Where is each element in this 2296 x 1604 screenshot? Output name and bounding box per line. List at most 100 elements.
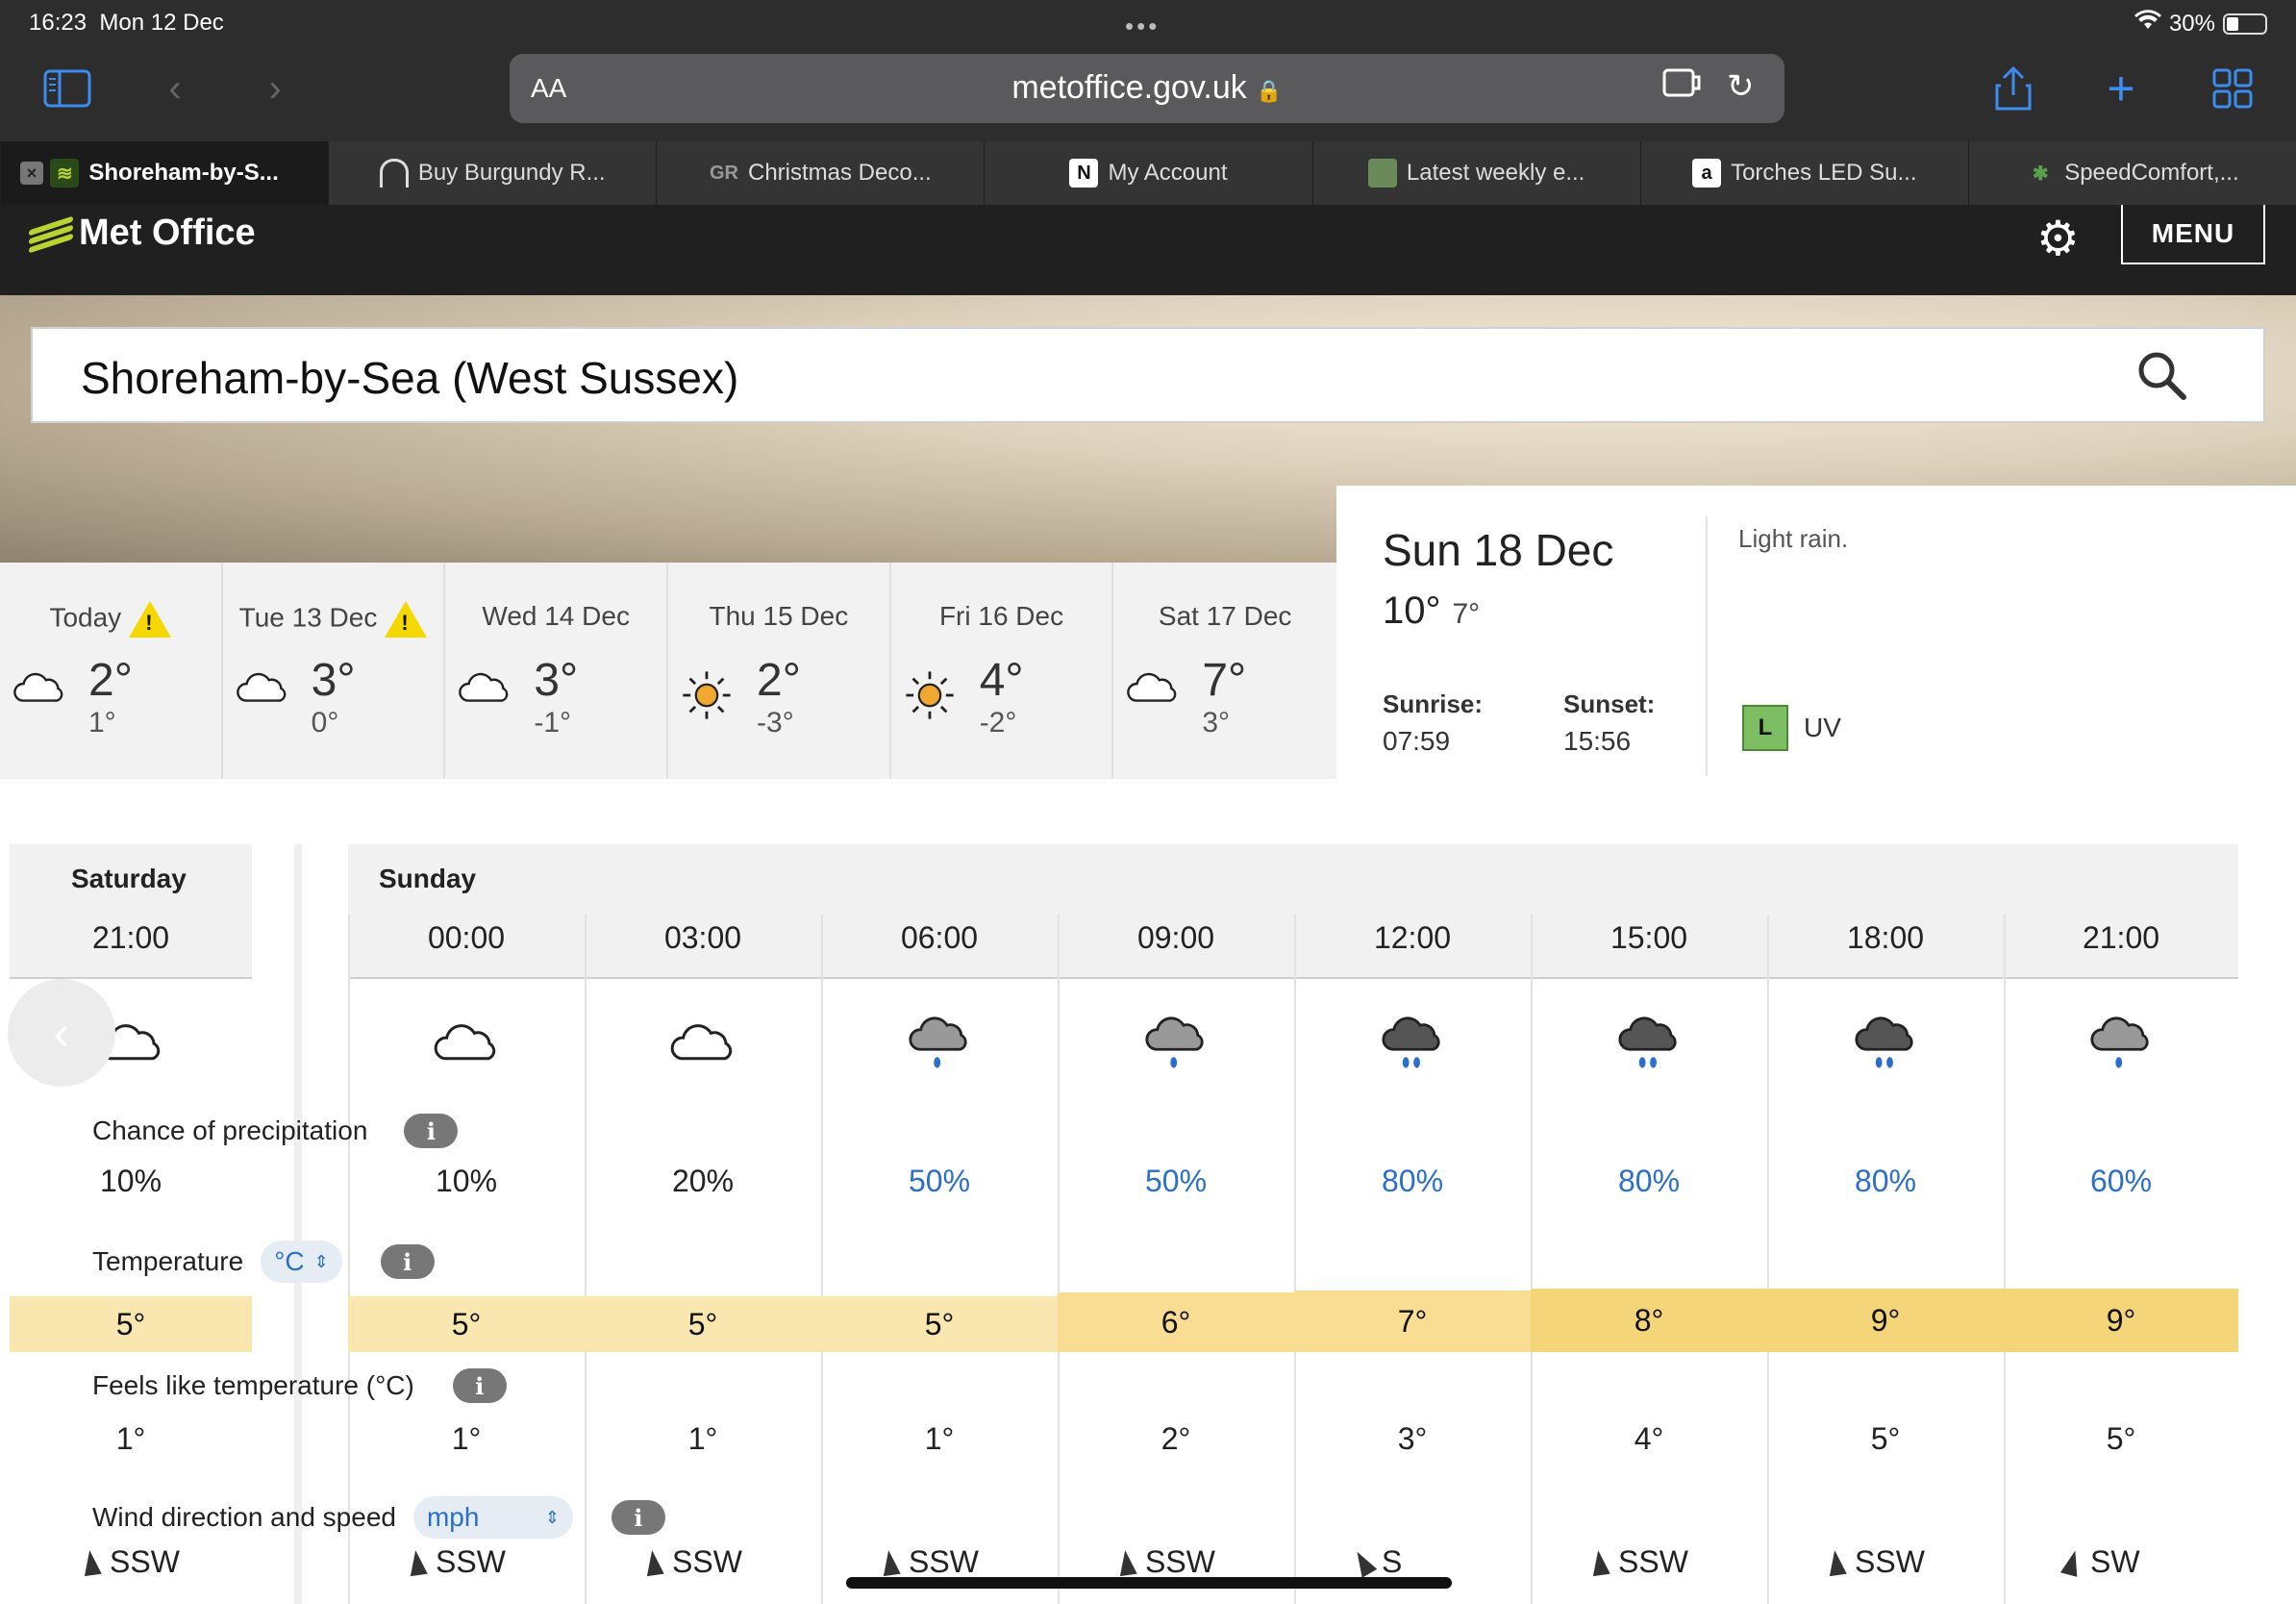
precip-value: 50%	[908, 1164, 971, 1198]
day-tab[interactable]: Thu 15 Dec 2° -3°	[668, 563, 891, 779]
precip-value: 80%	[1854, 1164, 1917, 1198]
day-name: Fri 16 Dec	[938, 601, 1064, 631]
feels-label-text: Feels like temperature (°C)	[92, 1370, 414, 1400]
day-tab[interactable]: Today 2° 1°	[0, 563, 223, 779]
hour-time: 15:00	[1610, 920, 1688, 955]
scroll-left-button[interactable]: ‹	[8, 979, 115, 1087]
menu-button[interactable]: MENU	[2121, 205, 2265, 264]
day-tab[interactable]: Sat 17 Dec 7° 3°	[1113, 563, 1336, 779]
tab-label: Buy Burgundy R...	[417, 160, 606, 186]
feels-like-value: 1°	[924, 1421, 955, 1456]
wind-row-label: Wind direction and speed mph ⇕ i	[92, 1496, 665, 1539]
tab-burgundy[interactable]: Buy Burgundy R...	[328, 141, 657, 205]
feels-like-value: 3°	[1397, 1421, 1428, 1456]
day-max-temp: 2°	[88, 655, 133, 706]
tab-label: Christmas Deco...	[747, 160, 932, 186]
tab-my-account[interactable]: N My Account	[984, 141, 1312, 205]
location-search[interactable]: Shoreham-by-Sea (West Sussex)	[31, 327, 2265, 423]
wind-direction: SSW	[1855, 1544, 1925, 1579]
warning-icon[interactable]	[129, 601, 172, 638]
url-text[interactable]: metoffice.gov.uk 🔒	[510, 69, 1784, 107]
temperature-value: 9°	[2004, 1289, 2238, 1352]
arch-favicon-icon	[379, 159, 409, 188]
fan-favicon-icon: ✱	[2032, 163, 2049, 185]
tab-label: Latest weekly e...	[1406, 160, 1585, 186]
wind-unit-select[interactable]: mph ⇕	[412, 1496, 573, 1539]
share-icon[interactable]	[1984, 60, 2042, 117]
wind-value: SSW	[1589, 1544, 1688, 1580]
uv-label: UV	[1804, 713, 1841, 742]
temperature-value: 5°	[821, 1296, 1058, 1352]
back-icon[interactable]: ‹	[146, 60, 204, 117]
home-indicator[interactable]	[846, 1577, 1452, 1589]
feels-like-value: 5°	[2106, 1421, 2136, 1456]
gr-favicon-icon: GR	[709, 162, 738, 184]
new-tab-icon[interactable]: +	[2092, 60, 2150, 117]
sidebar-toggle-icon[interactable]	[38, 60, 96, 117]
feels-like-value: 4°	[1634, 1421, 1664, 1456]
wind-direction: SSW	[436, 1544, 506, 1579]
status-right: 30%	[2134, 10, 2267, 38]
wind-direction: S	[1382, 1544, 1403, 1579]
hour-time: 06:00	[900, 920, 979, 955]
feels-like-value: 1°	[687, 1421, 718, 1456]
tab-torches[interactable]: a Torches LED Su...	[1639, 141, 1968, 205]
feels-info-icon[interactable]: i	[452, 1368, 507, 1403]
uv-level-badge[interactable]: L	[1742, 705, 1788, 751]
tab-christmas[interactable]: GR Christmas Deco...	[656, 141, 985, 205]
wind-arrow-icon	[81, 1548, 102, 1576]
column-divider	[821, 915, 823, 1604]
search-icon[interactable]	[2136, 350, 2186, 400]
precip-value: 10%	[99, 1164, 162, 1198]
hour-time: 21:00	[2082, 920, 2160, 955]
temperature-value: 6°	[1058, 1292, 1294, 1352]
day-min-temp: -3°	[757, 707, 794, 739]
hour-time: 18:00	[1846, 920, 1925, 955]
wind-direction: SSW	[1145, 1544, 1215, 1579]
precip-value: 60%	[2089, 1164, 2153, 1198]
day-tab[interactable]: Tue 13 Dec 3° 0°	[223, 563, 446, 779]
temperature-info-icon[interactable]: i	[380, 1244, 435, 1279]
light-rain-icon	[905, 1008, 982, 1085]
hour-time: 09:00	[1136, 920, 1215, 955]
met-office-logo[interactable]: Met Office	[29, 213, 256, 254]
day-name: Sat 17 Dec	[1158, 601, 1292, 631]
tab-speedcomfort[interactable]: ✱ SpeedComfort,...	[1967, 141, 2296, 205]
day-tab[interactable]: Wed 14 Dec 3° -1°	[445, 563, 669, 779]
precip-label-text: Chance of precipitation	[92, 1115, 368, 1145]
precip-info-icon[interactable]: i	[404, 1114, 459, 1148]
multitasking-dots-icon[interactable]: •••	[1125, 12, 1160, 41]
wind-info-icon[interactable]: i	[611, 1500, 665, 1535]
day-max-temp: 2°	[757, 655, 801, 706]
warning-icon[interactable]	[385, 601, 428, 638]
wind-value: SSW	[1826, 1544, 1925, 1580]
tab-overview-icon[interactable]	[2204, 60, 2261, 117]
extensions-icon[interactable]	[1661, 67, 1704, 109]
forward-icon[interactable]: ›	[246, 60, 304, 117]
weather-description: Light rain.	[1738, 524, 1849, 553]
feels-row-label: Feels like temperature (°C) i	[92, 1368, 507, 1403]
day-min-temp: 1°	[88, 707, 116, 739]
day-tab[interactable]: Fri 16 Dec 4° -2°	[891, 563, 1114, 779]
divider	[1706, 516, 1708, 776]
close-tab-icon[interactable]: ×	[20, 162, 43, 185]
feels-like-value: 1°	[115, 1421, 146, 1456]
temperature-unit-select[interactable]: °C ⇕	[261, 1241, 342, 1283]
logo-text: Met Office	[79, 213, 256, 253]
address-bar[interactable]: AA metoffice.gov.uk 🔒 ↻	[510, 54, 1784, 123]
precip-value: 50%	[1144, 1164, 1208, 1198]
tab-weekly[interactable]: Latest weekly e...	[1311, 141, 1640, 205]
wind-value: SSW	[1116, 1544, 1215, 1580]
temperature-value: 9°	[1767, 1289, 2004, 1352]
settings-gear-icon[interactable]: ⚙	[2036, 211, 2080, 266]
location-search-input[interactable]: Shoreham-by-Sea (West Sussex)	[81, 352, 738, 404]
wind-arrow-icon	[1826, 1548, 1847, 1576]
wind-arrow-icon	[880, 1548, 901, 1576]
detail-temps: 10° 7°	[1383, 589, 1480, 633]
cloud-icon	[235, 668, 290, 712]
day-heading-saturday: Saturday	[71, 864, 187, 893]
reload-icon[interactable]: ↻	[1727, 67, 1755, 106]
day-min-temp: -1°	[534, 707, 572, 739]
tab-shoreham[interactable]: × ≋ Shoreham-by-S...	[0, 141, 329, 205]
wind-value: S	[1349, 1544, 1403, 1580]
